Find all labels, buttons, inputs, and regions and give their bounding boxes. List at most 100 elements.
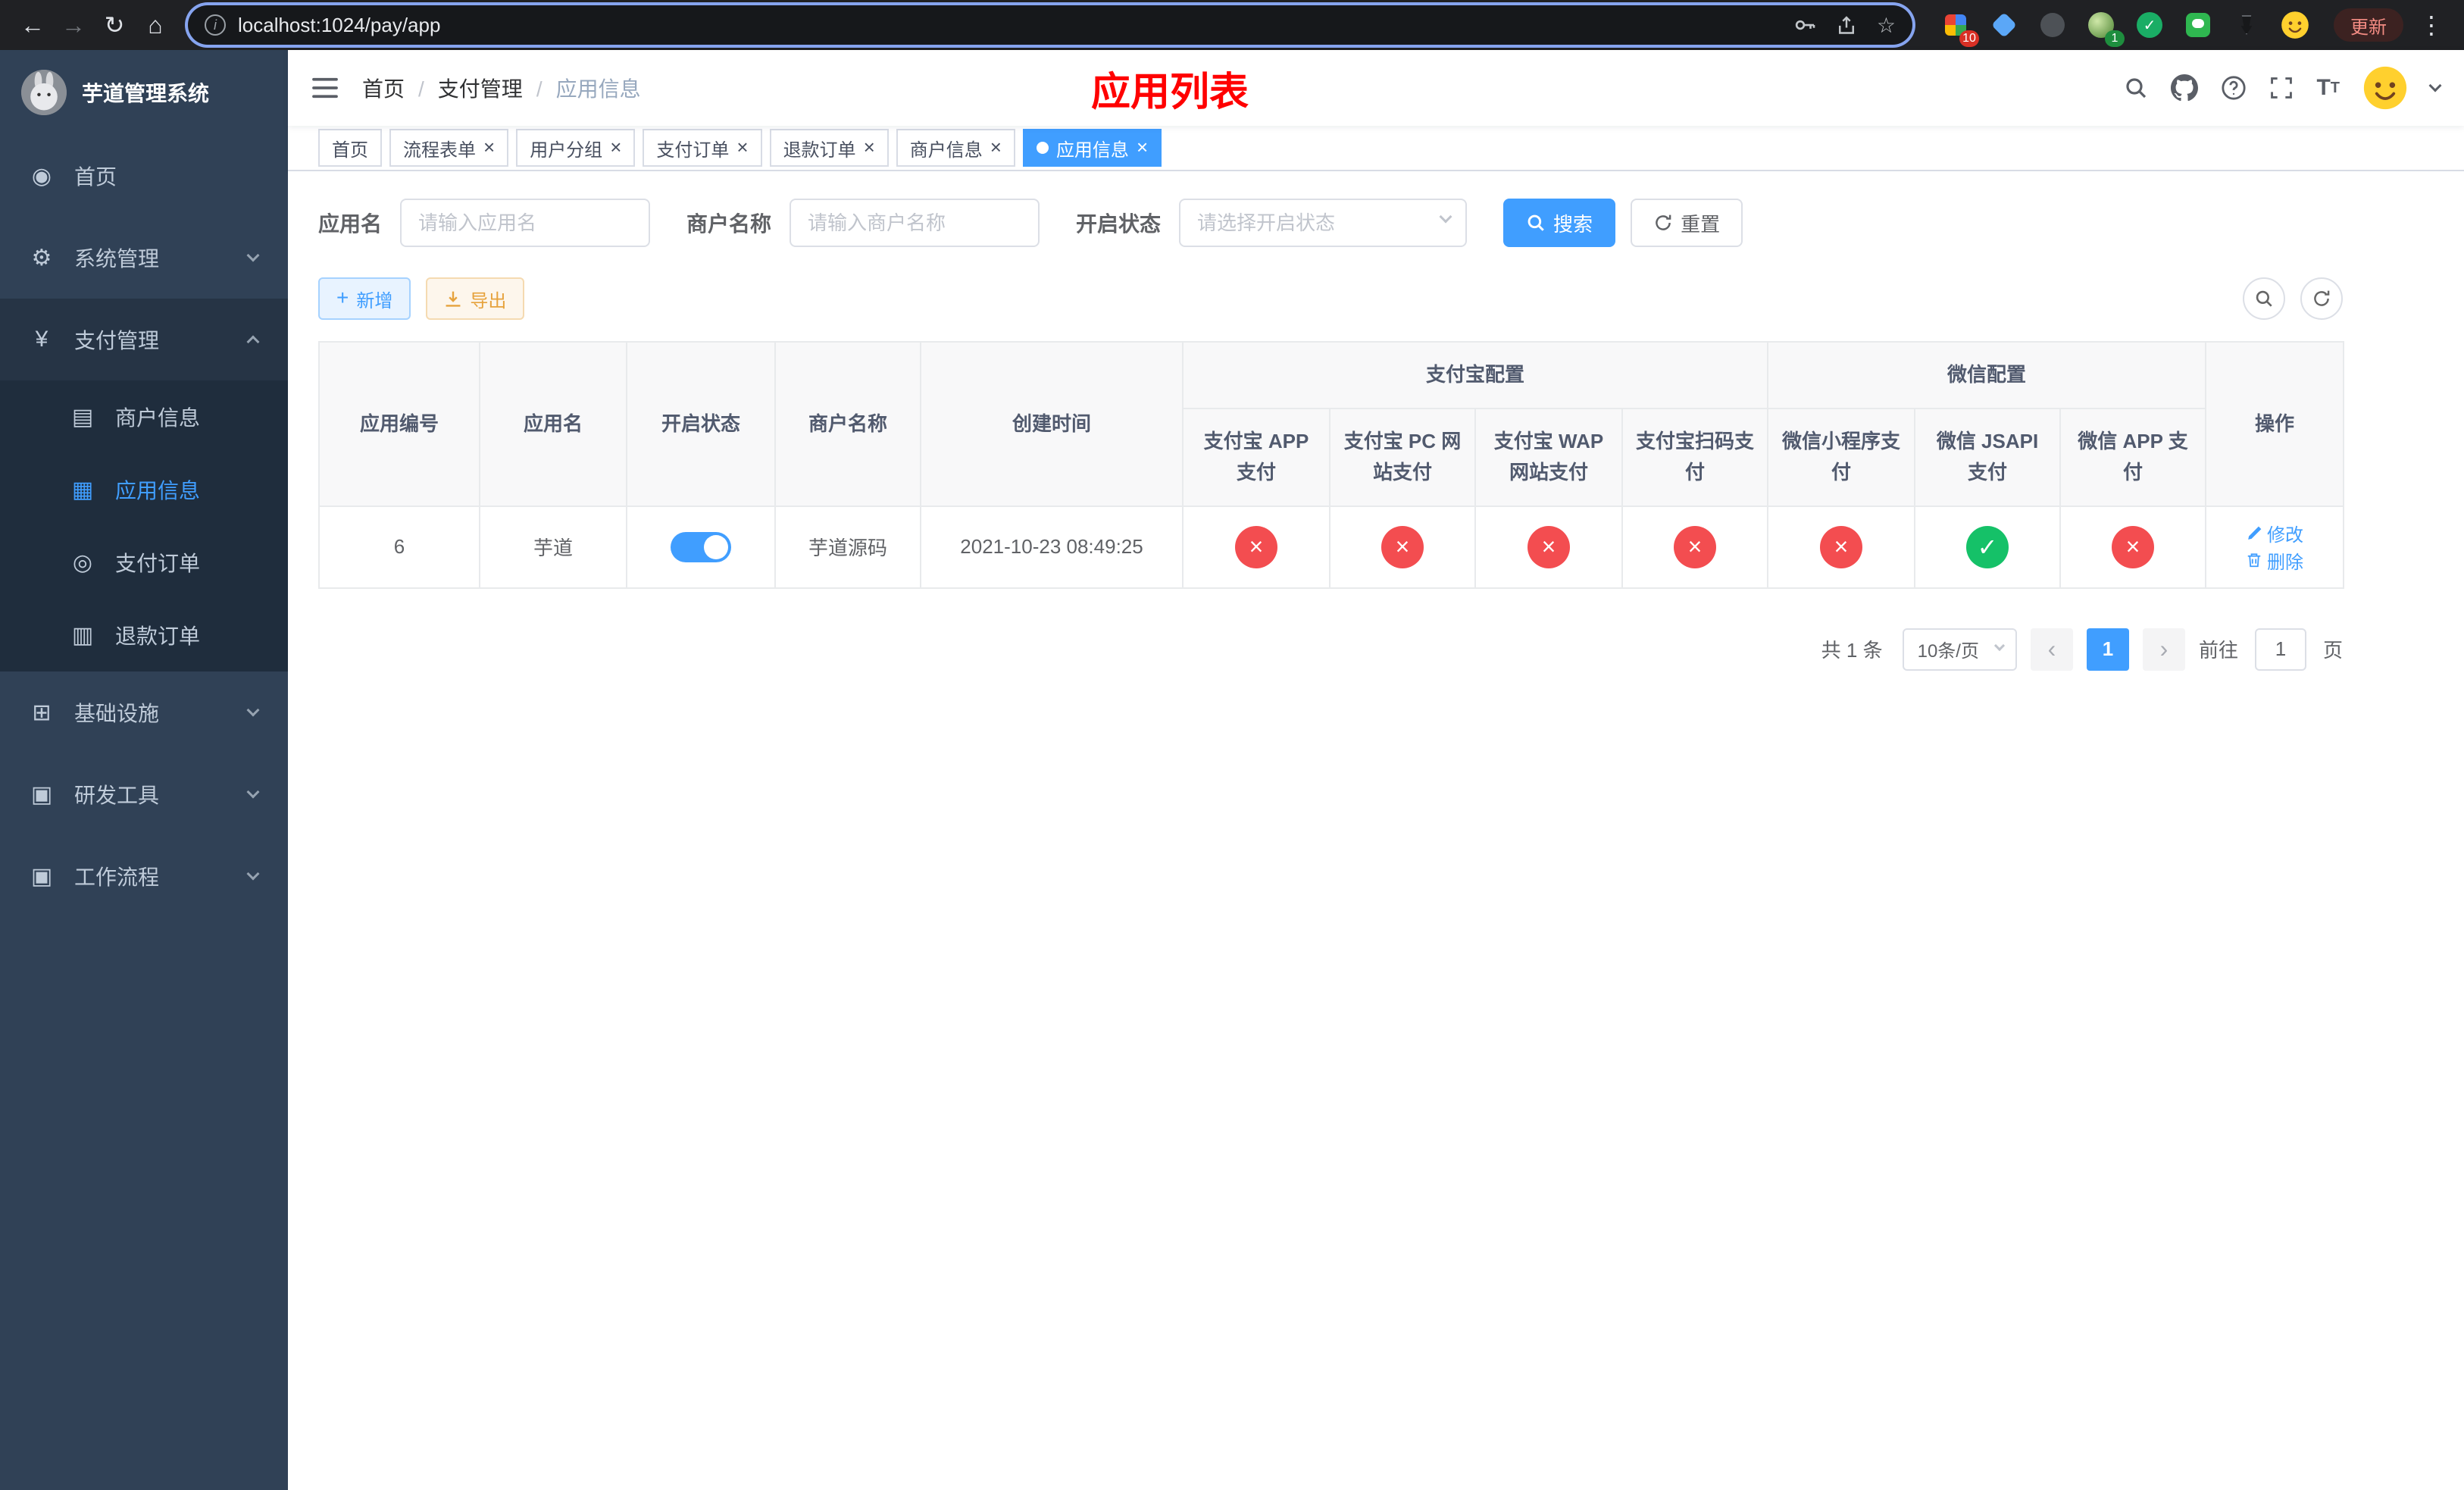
search-button[interactable]: 搜索 bbox=[1503, 199, 1616, 247]
cell-alipay-app: × bbox=[1182, 505, 1330, 589]
browser-menu-icon[interactable]: ⋮ bbox=[2411, 5, 2452, 45]
search-icon[interactable] bbox=[2124, 76, 2148, 100]
merchant-name-input[interactable] bbox=[790, 199, 1040, 247]
yen-icon: ¥ bbox=[35, 327, 48, 352]
sidebar-item-app-info[interactable]: ▦ 应用信息 bbox=[0, 453, 288, 526]
page-1-button[interactable]: 1 bbox=[2086, 628, 2129, 671]
breadcrumb: 首页 支付管理 应用信息 bbox=[362, 73, 641, 103]
cell-alipay-pc: × bbox=[1329, 505, 1476, 589]
page-size-select[interactable]: 10条/页 bbox=[1902, 628, 2017, 671]
sidebar-item-label: 支付订单 bbox=[115, 552, 201, 575]
status-select[interactable] bbox=[1179, 199, 1468, 247]
wechat-jsapi-status-icon: ✓ bbox=[1966, 525, 2009, 568]
sidebar-item-home[interactable]: ◉ 首页 bbox=[0, 135, 288, 217]
extension-dark-circle-icon[interactable] bbox=[2037, 9, 2068, 41]
sidebar-item-devtools[interactable]: ▣ 研发工具 bbox=[0, 753, 288, 835]
sidebar-item-label: 工作流程 bbox=[74, 866, 160, 889]
sidebar-item-merchant-info[interactable]: ▤ 商户信息 bbox=[0, 380, 288, 453]
sidebar-item-system[interactable]: ⚙ 系统管理 bbox=[0, 217, 288, 299]
forward-icon[interactable]: → bbox=[53, 5, 94, 45]
col-alipay-app: 支付宝 APP 支付 bbox=[1182, 407, 1330, 507]
password-key-icon[interactable] bbox=[1793, 14, 1816, 36]
font-size-icon[interactable] bbox=[2316, 75, 2340, 101]
hamburger-icon[interactable] bbox=[312, 77, 338, 99]
status-select-input[interactable] bbox=[1179, 199, 1468, 247]
app-logo[interactable]: 芋道管理系统 bbox=[0, 50, 288, 135]
tab-process-form[interactable]: 流程表单 bbox=[389, 129, 509, 167]
goto-label: 前往 bbox=[2198, 639, 2238, 662]
bookmark-star-icon[interactable]: ☆ bbox=[1877, 13, 1896, 38]
prev-page-button[interactable] bbox=[2030, 628, 2073, 671]
github-icon[interactable] bbox=[2171, 74, 2199, 102]
tab-home[interactable]: 首页 bbox=[318, 129, 382, 167]
fullscreen-icon[interactable] bbox=[2269, 76, 2294, 100]
sidebar-item-pay-order[interactable]: ◎ 支付订单 bbox=[0, 526, 288, 599]
sidebar-item-label: 商户信息 bbox=[115, 406, 201, 430]
breadcrumb-payment[interactable]: 支付管理 bbox=[405, 73, 523, 103]
url-text: localhost:1024/pay/app bbox=[238, 13, 441, 36]
close-icon[interactable] bbox=[736, 137, 748, 159]
add-button[interactable]: 新增 bbox=[318, 277, 411, 320]
cell-app-id: 6 bbox=[318, 505, 480, 589]
extensions-grid-icon[interactable]: 10 bbox=[1940, 9, 1979, 47]
emoji-avatar-icon[interactable] bbox=[2279, 9, 2311, 41]
app-name-input[interactable] bbox=[400, 199, 651, 247]
cell-merchant: 芋道源码 bbox=[774, 505, 921, 589]
tab-user-group[interactable]: 用户分组 bbox=[516, 129, 636, 167]
col-alipay-pc: 支付宝 PC 网站支付 bbox=[1329, 407, 1476, 507]
export-button[interactable]: 导出 bbox=[426, 277, 525, 320]
logo-avatar-image bbox=[21, 70, 67, 115]
delete-button[interactable]: 删除 bbox=[2246, 547, 2303, 574]
close-icon[interactable] bbox=[483, 137, 495, 159]
close-icon[interactable] bbox=[610, 137, 621, 159]
close-icon[interactable] bbox=[990, 137, 1002, 159]
extension-count-badge: 10 bbox=[1959, 30, 1979, 47]
reset-button[interactable]: 重置 bbox=[1631, 199, 1743, 247]
status-toggle[interactable] bbox=[671, 531, 731, 562]
app-name-label: 应用名 bbox=[318, 212, 383, 236]
share-icon[interactable] bbox=[1836, 14, 1857, 36]
col-group-alipay: 支付宝配置 bbox=[1181, 341, 1769, 409]
toggle-search-button[interactable] bbox=[2243, 277, 2285, 320]
breadcrumb-home[interactable]: 首页 bbox=[362, 73, 405, 103]
sidebar-item-refund-order[interactable]: ▥ 退款订单 bbox=[0, 599, 288, 671]
sidebar-item-infrastructure[interactable]: ⊞ 基础设施 bbox=[0, 671, 288, 753]
reload-icon[interactable]: ↻ bbox=[94, 5, 135, 45]
tab-refund-order[interactable]: 退款订单 bbox=[769, 129, 889, 167]
close-icon[interactable] bbox=[1137, 137, 1148, 159]
extension-gem-icon[interactable] bbox=[1988, 9, 2020, 41]
next-page-button[interactable] bbox=[2142, 628, 2185, 671]
tab-app-info[interactable]: 应用信息 bbox=[1022, 129, 1162, 167]
tab-merchant-info[interactable]: 商户信息 bbox=[896, 129, 1015, 167]
extension-green-check-icon[interactable] bbox=[2134, 9, 2165, 41]
col-status: 开启状态 bbox=[626, 340, 776, 507]
extension-green-square-icon[interactable] bbox=[2182, 9, 2214, 41]
browser-update-button[interactable]: 更新 bbox=[2334, 8, 2403, 42]
goto-unit-label: 页 bbox=[2322, 639, 2343, 662]
avatar-caret-icon[interactable] bbox=[2428, 79, 2442, 92]
user-avatar[interactable] bbox=[2362, 65, 2408, 111]
site-info-icon[interactable]: i bbox=[205, 14, 226, 36]
cell-wechat-jsapi: ✓ bbox=[1914, 505, 2062, 589]
coin-icon: ◎ bbox=[72, 549, 93, 575]
back-icon[interactable]: ← bbox=[12, 5, 53, 45]
help-icon[interactable] bbox=[2221, 75, 2247, 101]
refresh-table-button[interactable] bbox=[2300, 277, 2343, 320]
extension-profile-icon[interactable]: 1 bbox=[2085, 9, 2125, 47]
sidebar-item-payment[interactable]: ¥ 支付管理 bbox=[0, 299, 288, 380]
tab-pay-order[interactable]: 支付订单 bbox=[643, 129, 762, 167]
sidebar: 芋道管理系统 ◉ 首页 ⚙ 系统管理 ¥ 支付管理 ▤ 商户信息 ▦ 应用信息 … bbox=[0, 50, 288, 1490]
chevron-down-icon bbox=[246, 703, 260, 717]
close-icon[interactable] bbox=[864, 137, 875, 159]
sidebar-item-label: 应用信息 bbox=[115, 479, 201, 502]
home-icon[interactable]: ⌂ bbox=[135, 5, 176, 45]
merchant-name-label: 商户名称 bbox=[686, 212, 772, 236]
address-bar[interactable]: i localhost:1024/pay/app ☆ bbox=[188, 5, 1912, 45]
extension-pin-icon[interactable] bbox=[2231, 9, 2262, 41]
sidebar-item-workflow[interactable]: ▣ 工作流程 bbox=[0, 835, 288, 917]
edit-button[interactable]: 修改 bbox=[2246, 520, 2303, 546]
pagination: 共 1 条 10条/页 1 前往 页 bbox=[318, 628, 2343, 671]
profile-badge: 1 bbox=[2105, 30, 2125, 47]
goto-page-input[interactable] bbox=[2254, 628, 2306, 671]
chevron-up-icon bbox=[246, 335, 260, 349]
